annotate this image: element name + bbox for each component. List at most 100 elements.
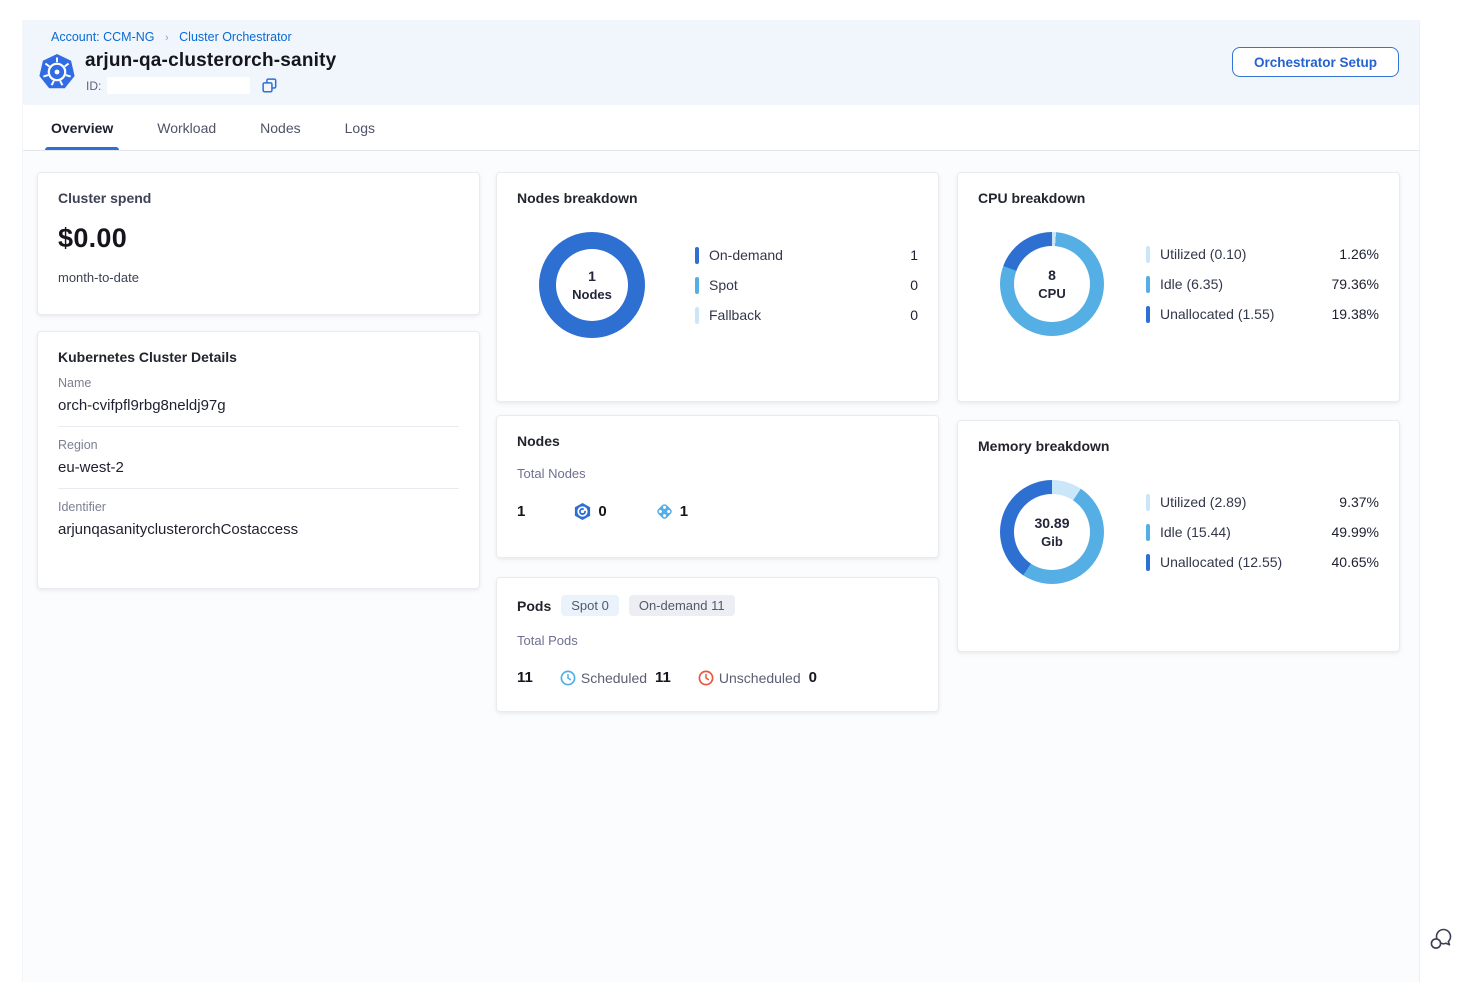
legend-value: 0 bbox=[910, 277, 918, 293]
legend-color-swatch bbox=[1146, 276, 1150, 293]
scheduled-label: Scheduled bbox=[581, 670, 647, 686]
page-header: Account: CCM-NG › Cluster Orchestrator a… bbox=[23, 20, 1419, 105]
legend-row-on-demand: On-demand 1 bbox=[695, 247, 918, 264]
detail-field-region: Region eu-west-2 bbox=[58, 427, 459, 489]
legend-value: 49.99% bbox=[1332, 524, 1379, 540]
unscheduled-label: Unscheduled bbox=[719, 670, 801, 686]
kubernetes-icon bbox=[38, 53, 76, 91]
legend-color-swatch bbox=[1146, 306, 1150, 323]
tab-overview[interactable]: Overview bbox=[51, 105, 113, 150]
total-nodes-value: 1 bbox=[517, 503, 525, 520]
legend-row-idle: Idle (6.35) 79.36% bbox=[1146, 276, 1379, 293]
cluster-id-row: ID: bbox=[86, 77, 277, 94]
breadcrumb-cluster-orchestrator-link[interactable]: Cluster Orchestrator bbox=[179, 30, 292, 44]
nodes-breakdown-legend: On-demand 1 Spot 0 Fallback 0 bbox=[695, 247, 918, 324]
legend-row-idle: Idle (15.44) 49.99% bbox=[1146, 524, 1379, 541]
on-demand-node-icon bbox=[655, 502, 674, 521]
spot-nodes-count: 0 bbox=[598, 503, 606, 520]
legend-label: Unallocated (1.55) bbox=[1160, 306, 1332, 322]
nodes-breakdown-card: Nodes breakdown 1 Nodes On-demand 1 Spot… bbox=[496, 172, 939, 402]
pods-title-row: Pods Spot 0 On-demand 11 bbox=[517, 595, 918, 616]
chat-help-icon[interactable] bbox=[1429, 926, 1455, 952]
donut-center-label: CPU bbox=[1038, 286, 1065, 301]
cluster-spend-title: Cluster spend bbox=[58, 190, 459, 206]
legend-value: 1.26% bbox=[1339, 246, 1379, 262]
legend-color-swatch bbox=[1146, 494, 1150, 511]
field-label: Identifier bbox=[58, 500, 459, 514]
breadcrumb-separator: › bbox=[165, 32, 169, 44]
cluster-spend-card: Cluster spend $0.00 month-to-date bbox=[37, 172, 480, 315]
legend-color-swatch bbox=[1146, 524, 1150, 541]
field-value: orch-cvifpfl9rbg8neldj97g bbox=[58, 397, 459, 414]
field-value: arjunqasanityclusterorchCostaccess bbox=[58, 521, 459, 538]
legend-row-utilized: Utilized (0.10) 1.26% bbox=[1146, 246, 1379, 263]
legend-value: 0 bbox=[910, 307, 918, 323]
legend-color-swatch bbox=[695, 307, 699, 324]
legend-value: 9.37% bbox=[1339, 494, 1379, 510]
legend-value: 19.38% bbox=[1332, 306, 1379, 322]
legend-row-utilized: Utilized (2.89) 9.37% bbox=[1146, 494, 1379, 511]
unscheduled-count: 0 bbox=[809, 669, 817, 686]
cluster-id-value bbox=[107, 77, 250, 94]
legend-value: 79.36% bbox=[1332, 276, 1379, 292]
legend-row-fallback: Fallback 0 bbox=[695, 307, 918, 324]
legend-label: Fallback bbox=[709, 307, 910, 323]
tab-logs[interactable]: Logs bbox=[345, 105, 375, 150]
cluster-spend-period: month-to-date bbox=[58, 270, 459, 285]
legend-color-swatch bbox=[1146, 246, 1150, 263]
legend-row-unallocated: Unallocated (12.55) 40.65% bbox=[1146, 554, 1379, 571]
breadcrumb: Account: CCM-NG › Cluster Orchestrator bbox=[51, 30, 292, 44]
tab-nodes[interactable]: Nodes bbox=[260, 105, 300, 150]
pods-stats-row: 11 Scheduled 11 Unscheduled 0 bbox=[517, 669, 918, 686]
detail-field-name: Name orch-cvifpfl9rbg8neldj97g bbox=[58, 365, 459, 427]
nodes-breakdown-title: Nodes breakdown bbox=[517, 190, 918, 206]
cluster-orchestrator-page: Account: CCM-NG › Cluster Orchestrator a… bbox=[22, 20, 1420, 982]
legend-row-spot: Spot 0 bbox=[695, 277, 918, 294]
legend-label: On-demand bbox=[709, 247, 910, 263]
legend-label: Spot bbox=[709, 277, 910, 293]
legend-label: Unallocated (12.55) bbox=[1160, 554, 1332, 570]
memory-breakdown-legend: Utilized (2.89) 9.37% Idle (15.44) 49.99… bbox=[1146, 494, 1379, 571]
legend-color-swatch bbox=[1146, 554, 1150, 571]
scheduled-clock-icon bbox=[560, 670, 576, 686]
on-demand-pods-chip: On-demand 11 bbox=[629, 595, 735, 616]
tab-workload[interactable]: Workload bbox=[157, 105, 216, 150]
nodes-card: Nodes Total Nodes 1 0 1 bbox=[496, 415, 939, 558]
cluster-details-card: Kubernetes Cluster Details Name orch-cvi… bbox=[37, 331, 480, 589]
memory-breakdown-card: Memory breakdown 30.89 Gib Utilized (2.8… bbox=[957, 420, 1400, 652]
cpu-breakdown-card: CPU breakdown 8 CPU Utilized (0.10) 1.26… bbox=[957, 172, 1400, 402]
orchestrator-setup-button[interactable]: Orchestrator Setup bbox=[1232, 47, 1399, 77]
cluster-details-title: Kubernetes Cluster Details bbox=[58, 349, 459, 365]
field-value: eu-west-2 bbox=[58, 459, 459, 476]
donut-center-value: 30.89 bbox=[1034, 515, 1069, 531]
detail-field-identifier: Identifier arjunqasanityclusterorchCosta… bbox=[58, 489, 459, 550]
nodes-stats-row: 1 0 1 bbox=[517, 502, 918, 521]
scheduled-count: 11 bbox=[655, 669, 671, 686]
donut-center-value: 8 bbox=[1048, 267, 1056, 283]
legend-value: 40.65% bbox=[1332, 554, 1379, 570]
legend-label: Utilized (2.89) bbox=[1160, 494, 1339, 510]
memory-donut-chart: 30.89 Gib bbox=[1000, 480, 1104, 584]
nodes-title: Nodes bbox=[517, 433, 918, 449]
field-label: Name bbox=[58, 376, 459, 390]
cpu-donut-chart: 8 CPU bbox=[1000, 232, 1104, 336]
cluster-spend-amount: $0.00 bbox=[58, 223, 459, 254]
nodes-donut-chart: 1 Nodes bbox=[539, 232, 645, 338]
spot-pods-chip: Spot 0 bbox=[561, 595, 619, 616]
donut-center-label: Nodes bbox=[572, 287, 612, 302]
cpu-breakdown-title: CPU breakdown bbox=[978, 190, 1379, 206]
breadcrumb-account-link[interactable]: Account: CCM-NG bbox=[51, 30, 155, 44]
tab-bar: Overview Workload Nodes Logs bbox=[23, 105, 1419, 151]
legend-row-unallocated: Unallocated (1.55) 19.38% bbox=[1146, 306, 1379, 323]
legend-value: 1 bbox=[910, 247, 918, 263]
copy-id-icon[interactable] bbox=[262, 78, 277, 93]
on-demand-nodes-count: 1 bbox=[680, 503, 688, 520]
legend-color-swatch bbox=[695, 247, 699, 264]
field-label: Region bbox=[58, 438, 459, 452]
cluster-id-label: ID: bbox=[86, 79, 101, 93]
pods-title: Pods bbox=[517, 598, 551, 614]
total-nodes-label: Total Nodes bbox=[517, 466, 918, 481]
unscheduled-clock-icon bbox=[698, 670, 714, 686]
legend-color-swatch bbox=[695, 277, 699, 294]
cpu-breakdown-legend: Utilized (0.10) 1.26% Idle (6.35) 79.36%… bbox=[1146, 246, 1379, 323]
